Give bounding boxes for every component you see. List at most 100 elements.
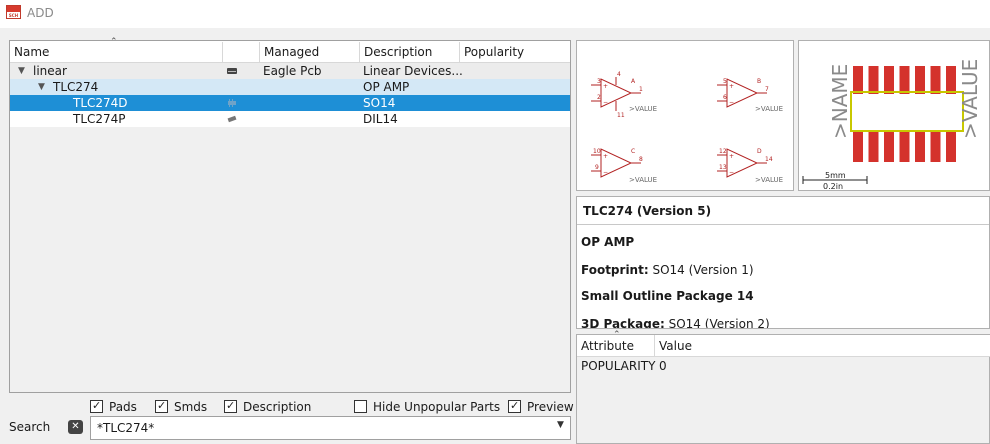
tree-row-linear[interactable]: ▼ linear Eagle Pcb Linear Devices... [10, 63, 570, 79]
svg-text:+: + [729, 153, 734, 160]
top-pad [930, 66, 941, 94]
so14-footprint-drawing: >NAME >VALUE 5mm 0.2in [802, 59, 982, 191]
svg-text:−: − [729, 99, 734, 106]
description-checkbox[interactable]: Description [224, 399, 311, 416]
package3d-line: 3D Package: SO14 (Version 2) [581, 317, 770, 329]
column-header-popularity[interactable]: Popularity [460, 42, 570, 64]
description-panel: TLC274 (Version 5) OP AMP Footprint: SO1… [576, 196, 990, 329]
bottom-pad [946, 132, 956, 162]
tree-row-folder: Eagle Pcb [263, 64, 322, 78]
svg-text:11: 11 [617, 112, 625, 119]
tree-row-tlc274d[interactable]: TLC274D SO14 [10, 95, 570, 111]
column-header-value[interactable]: Value [655, 335, 990, 357]
symbol-preview: + − + − + − + − 3 2 1 4 11 A 5 6 7 B 10 9 8 … [576, 40, 794, 191]
bottom-pad [868, 132, 879, 162]
attribute-table-header: ⌃ Attribute Value [577, 330, 990, 357]
bottom-pad [930, 132, 941, 162]
tree-row-tlc274p[interactable]: TLC274P DIL14 [10, 111, 570, 127]
attribute-value: 0 [659, 359, 667, 373]
top-pad [868, 66, 879, 94]
expand-caret-icon[interactable]: ▼ [18, 63, 25, 79]
package-smd-icon [228, 99, 236, 107]
footprint-value: SO14 (Version 1) [652, 263, 754, 277]
pads-checkbox[interactable]: Pads [90, 399, 137, 416]
tree-row-description: DIL14 [363, 112, 398, 126]
tree-header: ⌃ Name Managed Folder Description Popula… [10, 37, 570, 80]
tree-row-name: TLC274P [73, 112, 126, 126]
schematic-app-icon: SCH [6, 5, 21, 19]
column-header-description[interactable]: Description [360, 42, 460, 64]
svg-text:10: 10 [593, 148, 601, 155]
svg-text:+: + [603, 83, 608, 90]
svg-text:9: 9 [595, 164, 599, 171]
column-header-attribute[interactable]: Attribute [577, 335, 655, 357]
svg-text:>VALUE: >VALUE [755, 176, 783, 184]
attribute-table[interactable]: ⌃ Attribute Value POPULARITY 0 [576, 330, 990, 444]
footprint-line: Footprint: SO14 (Version 1) [581, 263, 754, 277]
svg-text:>VALUE: >VALUE [629, 176, 657, 184]
search-input[interactable] [90, 416, 571, 440]
svg-text:12: 12 [719, 148, 727, 155]
part-title: TLC274 (Version 5) [583, 204, 712, 218]
svg-text:8: 8 [639, 156, 643, 163]
bottom-pad [853, 132, 863, 162]
package3d-label: 3D Package: [581, 317, 665, 329]
library-tree[interactable]: ⌃ Name Managed Folder Description Popula… [9, 37, 571, 393]
svg-text:D: D [757, 148, 762, 155]
expand-caret-icon[interactable]: ▼ [38, 79, 45, 95]
checkbox-checked-icon[interactable] [224, 399, 237, 413]
top-pad [884, 66, 894, 94]
svg-text:7: 7 [765, 86, 769, 93]
checkbox-unchecked-icon[interactable] [354, 400, 367, 413]
bottom-pad [884, 132, 894, 162]
svg-text:A: A [631, 78, 636, 85]
svg-text:14: 14 [765, 156, 773, 163]
svg-text:3: 3 [597, 78, 601, 85]
svg-text:+: + [729, 83, 734, 90]
svg-text:C: C [631, 148, 635, 155]
tree-row-name: linear [33, 64, 67, 78]
svg-text:>VALUE: >VALUE [629, 105, 657, 113]
svg-text:5mm: 5mm [825, 171, 846, 180]
checkbox-checked-icon[interactable] [508, 399, 521, 413]
package-preview: >NAME >VALUE 5mm 0.2in [798, 40, 990, 191]
clear-icon[interactable]: ✕ [68, 420, 83, 434]
column-header-managed-folder[interactable]: Managed Folder [260, 42, 360, 80]
checkbox-checked-icon[interactable] [90, 399, 103, 413]
top-pad [853, 66, 863, 94]
svg-text:>VALUE: >VALUE [958, 59, 982, 139]
svg-text:B: B [757, 78, 761, 85]
tree-row-name: TLC274 [53, 80, 99, 94]
svg-text:6: 6 [723, 94, 727, 101]
svg-text:2: 2 [597, 94, 601, 101]
svg-text:−: − [603, 99, 608, 106]
column-header-name[interactable]: Name [10, 42, 223, 64]
window-title: ADD [27, 6, 54, 20]
tree-row-tlc274[interactable]: ▼ TLC274 OP AMP [10, 79, 570, 95]
svg-text:5: 5 [723, 78, 727, 85]
checkbox-checked-icon[interactable] [155, 399, 168, 413]
opamp-symbol-drawing: +− +− +− +− 3 2 1 4 11 A 5 6 7 B 10 9 8 … [591, 71, 783, 184]
svg-text:13: 13 [719, 164, 727, 171]
smds-checkbox[interactable]: Smds [155, 399, 207, 416]
footprint-label: Footprint: [581, 263, 649, 277]
svg-text:4: 4 [617, 71, 621, 78]
part-subtitle: OP AMP [581, 235, 635, 249]
column-header-icon[interactable] [223, 42, 260, 64]
hide-unpopular-checkbox[interactable]: Hide Unpopular Parts [354, 400, 500, 416]
package-name: Small Outline Package 14 [581, 289, 754, 303]
dropdown-arrow-icon[interactable]: ▼ [557, 420, 564, 430]
svg-text:−: − [729, 169, 734, 176]
svg-text:1: 1 [639, 86, 643, 93]
tree-row-name: TLC274D [73, 96, 128, 110]
package3d-value: SO14 (Version 2) [668, 317, 770, 329]
bottom-pad [915, 132, 925, 162]
package-dip-icon [227, 115, 237, 123]
divider [577, 224, 989, 225]
tree-row-description: SO14 [363, 96, 396, 110]
title-bar: SCH ADD [0, 0, 990, 28]
tree-row-description: OP AMP [363, 80, 410, 94]
svg-text:+: + [603, 153, 608, 160]
svg-text:0.2in: 0.2in [823, 182, 843, 190]
preview-checkbox[interactable]: Preview [508, 399, 574, 416]
